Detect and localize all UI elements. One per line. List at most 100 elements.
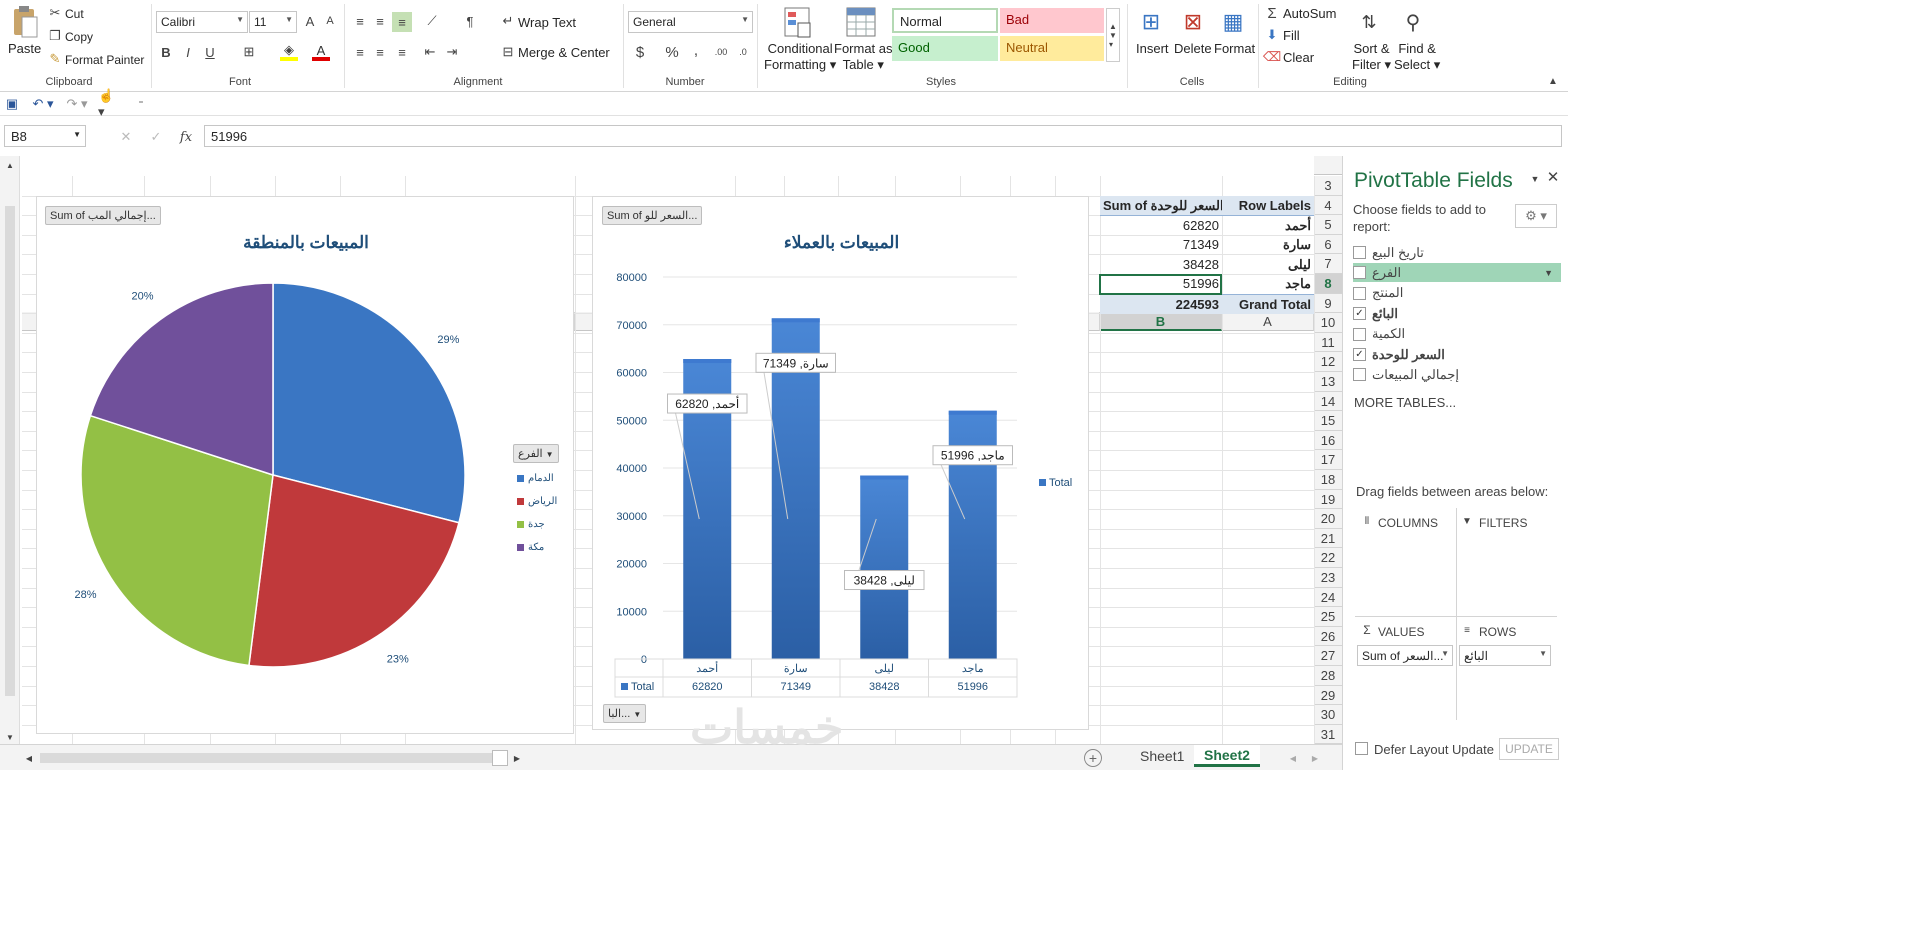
delete-button[interactable]: Delete: [1174, 41, 1212, 56]
field-checkbox[interactable]: [1353, 246, 1366, 259]
pivot-value-cell[interactable]: 38428: [1100, 255, 1222, 275]
tab-sheet1[interactable]: Sheet1: [1130, 746, 1194, 768]
pie-field-button[interactable]: Sum of إجمالي المب...: [45, 206, 161, 225]
field-item[interactable]: ✓ البائع: [1353, 304, 1561, 323]
horizontal-scrollbar[interactable]: [40, 753, 492, 763]
pivot-total-label[interactable]: Grand Total: [1222, 294, 1314, 314]
row-header[interactable]: 18: [1314, 470, 1342, 490]
undo-icon[interactable]: ↶ ▾: [30, 96, 56, 112]
field-item[interactable]: الفرع ▼: [1353, 263, 1561, 283]
borders-icon[interactable]: ⊞: [240, 44, 258, 60]
pivot-header-values[interactable]: Sum of السعر للوحدة: [1100, 196, 1222, 216]
gear-icon[interactable]: ⚙ ▾: [1515, 204, 1557, 228]
styles-scroll-icon[interactable]: ▲ ▼ ▾: [1106, 8, 1120, 62]
column-header[interactable]: A: [1222, 312, 1314, 331]
row-header[interactable]: 8: [1314, 274, 1342, 294]
cancel-icon[interactable]: ✕: [118, 129, 134, 145]
row-header[interactable]: 10: [1314, 313, 1342, 333]
row-header[interactable]: 26: [1314, 626, 1342, 647]
font-size-combo[interactable]: 11 ▼: [249, 11, 297, 33]
update-button[interactable]: UPDATE: [1499, 738, 1559, 760]
paste-icon[interactable]: [10, 4, 40, 40]
row-header[interactable]: 20: [1314, 509, 1342, 529]
enter-icon[interactable]: ✓: [148, 129, 164, 145]
scroll-up-icon[interactable]: ▲: [3, 158, 17, 172]
touch-mode-icon[interactable]: ☝ ▾: [98, 88, 124, 119]
align-top-icon[interactable]: ≡: [352, 13, 368, 29]
pivot-label-cell[interactable]: أحمد: [1222, 216, 1314, 236]
grow-font-icon[interactable]: A: [302, 13, 318, 29]
font-color-icon[interactable]: A: [312, 43, 330, 61]
conditional-formatting-button[interactable]: Conditional Formatting ▾: [764, 41, 836, 73]
pivot-total-value[interactable]: 224593: [1100, 294, 1222, 314]
scroll-right-icon[interactable]: ▶: [510, 751, 524, 765]
merge-center-button[interactable]: Merge & Center: [518, 45, 610, 60]
row-header[interactable]: 16: [1314, 430, 1342, 451]
pivot-label-cell[interactable]: ليلى: [1222, 255, 1314, 275]
name-box[interactable]: B8 ▼: [4, 125, 86, 147]
bar[interactable]: [860, 475, 909, 659]
field-item[interactable]: المنتج: [1353, 284, 1561, 303]
row-header[interactable]: 3: [1314, 176, 1342, 196]
shrink-font-icon[interactable]: A: [322, 13, 338, 29]
style-neutral[interactable]: Neutral: [1000, 36, 1104, 61]
format-painter-button[interactable]: Format Painter: [65, 53, 144, 67]
tab-scroll-left-icon[interactable]: ◀: [1286, 751, 1300, 765]
scroll-down-icon[interactable]: ▼: [3, 730, 17, 744]
row-header[interactable]: 27: [1314, 646, 1342, 666]
row-header[interactable]: 13: [1314, 372, 1342, 392]
orientation-icon[interactable]: ⟋: [422, 13, 442, 29]
row-header[interactable]: 15: [1314, 411, 1342, 431]
row-header[interactable]: 23: [1314, 568, 1342, 588]
row-header[interactable]: 25: [1314, 607, 1342, 627]
row-header[interactable]: 7: [1314, 254, 1342, 274]
insert-function-icon[interactable]: fx: [176, 129, 196, 145]
format-button[interactable]: Format: [1214, 41, 1255, 56]
italic-button[interactable]: I: [180, 44, 196, 60]
paste-button[interactable]: Paste: [8, 41, 41, 56]
row-header[interactable]: 4: [1314, 195, 1342, 216]
pivot-header-rows[interactable]: Row Labels: [1222, 196, 1314, 216]
decrease-indent-icon[interactable]: ⇤: [422, 44, 438, 60]
decrease-decimal-icon[interactable]: .0: [734, 44, 752, 60]
pivot-value-cell[interactable]: 71349: [1100, 235, 1222, 255]
chevron-down-icon[interactable]: ▼: [1544, 268, 1553, 278]
field-item[interactable]: ✓ السعر للوحدة: [1353, 345, 1561, 364]
percent-button[interactable]: %: [664, 44, 680, 61]
field-checkbox[interactable]: [1353, 266, 1366, 280]
format-as-table-button[interactable]: Format as Table ▾: [834, 41, 893, 73]
fill-color-icon[interactable]: ◈: [280, 42, 298, 61]
vertical-scrollbar[interactable]: ▲ ▼: [0, 156, 20, 744]
cut-button[interactable]: Cut: [65, 7, 84, 21]
number-format-combo[interactable]: General ▼: [628, 11, 753, 33]
scroll-left-icon[interactable]: ◀: [22, 751, 36, 765]
row-header[interactable]: 6: [1314, 234, 1342, 255]
style-normal[interactable]: Normal: [892, 8, 998, 33]
wrap-text-button[interactable]: Wrap Text: [518, 15, 576, 30]
legend-entry[interactable]: الرياض: [517, 490, 573, 513]
row-header[interactable]: 28: [1314, 666, 1342, 686]
column-header[interactable]: B: [1100, 312, 1222, 331]
tab-sheet2[interactable]: Sheet2: [1194, 745, 1260, 767]
field-checkbox[interactable]: ✓: [1353, 348, 1366, 361]
defer-checkbox[interactable]: [1355, 742, 1368, 755]
bar-field-button[interactable]: Sum of السعر للو...: [602, 206, 703, 225]
values-field-pill[interactable]: Sum of السعر... ▼: [1357, 645, 1453, 666]
tab-scroll-right-icon[interactable]: ▶: [1308, 751, 1322, 765]
style-good[interactable]: Good: [892, 36, 998, 61]
select-all-corner[interactable]: [1314, 156, 1342, 175]
row-header[interactable]: 29: [1314, 685, 1342, 706]
autosum-button[interactable]: AutoSum: [1283, 6, 1336, 21]
font-name-combo[interactable]: Calibri ▼: [156, 11, 248, 33]
add-sheet-icon[interactable]: +: [1084, 749, 1102, 767]
align-center-icon[interactable]: ≡: [372, 44, 388, 60]
comma-button[interactable]: ,: [688, 42, 704, 59]
legend-field-button[interactable]: الفرع ▼: [513, 444, 559, 463]
field-checkbox[interactable]: [1353, 327, 1366, 341]
bold-button[interactable]: B: [158, 44, 174, 60]
bar-chart[interactable]: Sum of السعر للو... المبيعات بالعملاء 80…: [592, 196, 1089, 730]
close-icon[interactable]: ✕: [1545, 169, 1561, 186]
row-header[interactable]: 19: [1314, 489, 1342, 510]
legend-entry[interactable]: مكة: [517, 536, 573, 559]
pivot-value-cell[interactable]: 62820: [1100, 216, 1222, 236]
